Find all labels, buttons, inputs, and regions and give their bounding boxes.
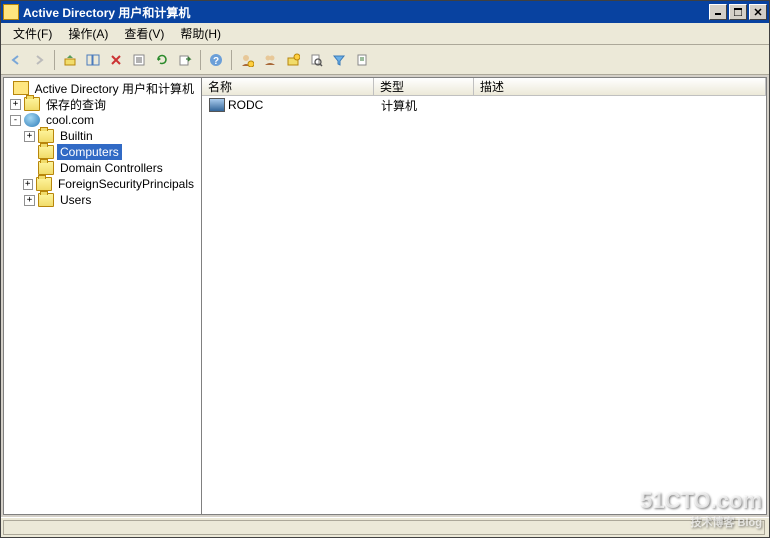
new-group-button[interactable] (259, 49, 281, 71)
new-user-button[interactable] (236, 49, 258, 71)
row-name-text: RODC (228, 98, 263, 112)
list-row[interactable]: RODC 计算机 (203, 97, 765, 113)
tree-domain-controllers[interactable]: Domain Controllers (4, 160, 201, 176)
folder-icon (38, 129, 54, 143)
minimize-button[interactable] (709, 4, 727, 20)
status-cell (3, 520, 765, 535)
delete-button[interactable] (105, 49, 127, 71)
tree-foreign-security[interactable]: + ForeignSecurityPrincipals (4, 176, 201, 192)
tree-foreign-label: ForeignSecurityPrincipals (55, 176, 197, 192)
tree-domain[interactable]: - cool.com (4, 112, 201, 128)
cell-name: RODC (203, 98, 375, 112)
export-button[interactable] (174, 49, 196, 71)
tree-pane[interactable]: Active Directory 用户和计算机 + 保存的查询 - cool.c… (4, 78, 202, 514)
window-controls (709, 4, 767, 20)
expand-plus-icon[interactable]: + (24, 195, 35, 206)
folder-icon (36, 177, 52, 191)
titlebar: Active Directory 用户和计算机 (1, 1, 769, 23)
column-name[interactable]: 名称 (202, 78, 374, 96)
filter-button[interactable] (328, 49, 350, 71)
app-icon (3, 4, 19, 20)
new-ou-button[interactable] (282, 49, 304, 71)
close-button[interactable] (749, 4, 767, 20)
separator (54, 50, 55, 70)
tree-builtin-label: Builtin (57, 128, 96, 144)
add-criteria-button[interactable] (351, 49, 373, 71)
tree-users[interactable]: + Users (4, 192, 201, 208)
tree-users-label: Users (57, 192, 94, 208)
folder-icon (24, 97, 40, 111)
maximize-button[interactable] (729, 4, 747, 20)
status-bar (1, 517, 769, 537)
main-window: Active Directory 用户和计算机 文件(F) 操作(A) 查看(V… (0, 0, 770, 538)
list-body[interactable]: RODC 计算机 (202, 96, 766, 514)
tree-computers-label: Computers (57, 144, 122, 160)
list-header: 名称 类型 描述 (202, 78, 766, 96)
tree-computers[interactable]: Computers (4, 144, 201, 160)
adu-root-icon (13, 81, 29, 95)
folder-icon (38, 193, 54, 207)
expand-none (24, 163, 35, 174)
tree-saved-queries-label: 保存的查询 (43, 95, 109, 114)
back-button[interactable] (5, 49, 27, 71)
expand-plus-icon[interactable]: + (24, 131, 35, 142)
menu-action[interactable]: 操作(A) (60, 23, 116, 44)
menu-help[interactable]: 帮助(H) (172, 23, 229, 44)
show-hide-tree-button[interactable] (82, 49, 104, 71)
find-button[interactable] (305, 49, 327, 71)
expand-none (24, 147, 35, 158)
tree-saved-queries[interactable]: + 保存的查询 (4, 96, 201, 112)
up-button[interactable] (59, 49, 81, 71)
separator (200, 50, 201, 70)
menu-file[interactable]: 文件(F) (5, 23, 60, 44)
tree-builtin[interactable]: + Builtin (4, 128, 201, 144)
menu-view[interactable]: 查看(V) (116, 23, 172, 44)
computer-icon (209, 98, 225, 112)
column-type[interactable]: 类型 (374, 78, 474, 96)
cell-type: 计算机 (375, 97, 475, 114)
content-area: Active Directory 用户和计算机 + 保存的查询 - cool.c… (3, 77, 767, 515)
menubar: 文件(F) 操作(A) 查看(V) 帮助(H) (1, 23, 769, 45)
folder-icon (38, 145, 54, 159)
expand-none (5, 83, 10, 94)
expand-plus-icon[interactable]: + (23, 179, 33, 190)
column-desc[interactable]: 描述 (474, 78, 766, 96)
list-pane: 名称 类型 描述 RODC 计算机 (202, 78, 766, 514)
help-button[interactable]: ? (205, 49, 227, 71)
tree-dc-label: Domain Controllers (57, 160, 166, 176)
forward-button[interactable] (28, 49, 50, 71)
toolbar: ? (1, 45, 769, 75)
tree-domain-label: cool.com (43, 112, 97, 128)
domain-icon (24, 113, 40, 127)
properties-button[interactable] (128, 49, 150, 71)
folder-icon (38, 161, 54, 175)
window-title: Active Directory 用户和计算机 (23, 4, 709, 21)
expand-plus-icon[interactable]: + (10, 99, 21, 110)
expand-minus-icon[interactable]: - (10, 115, 21, 126)
separator (231, 50, 232, 70)
svg-text:?: ? (213, 56, 219, 67)
refresh-button[interactable] (151, 49, 173, 71)
